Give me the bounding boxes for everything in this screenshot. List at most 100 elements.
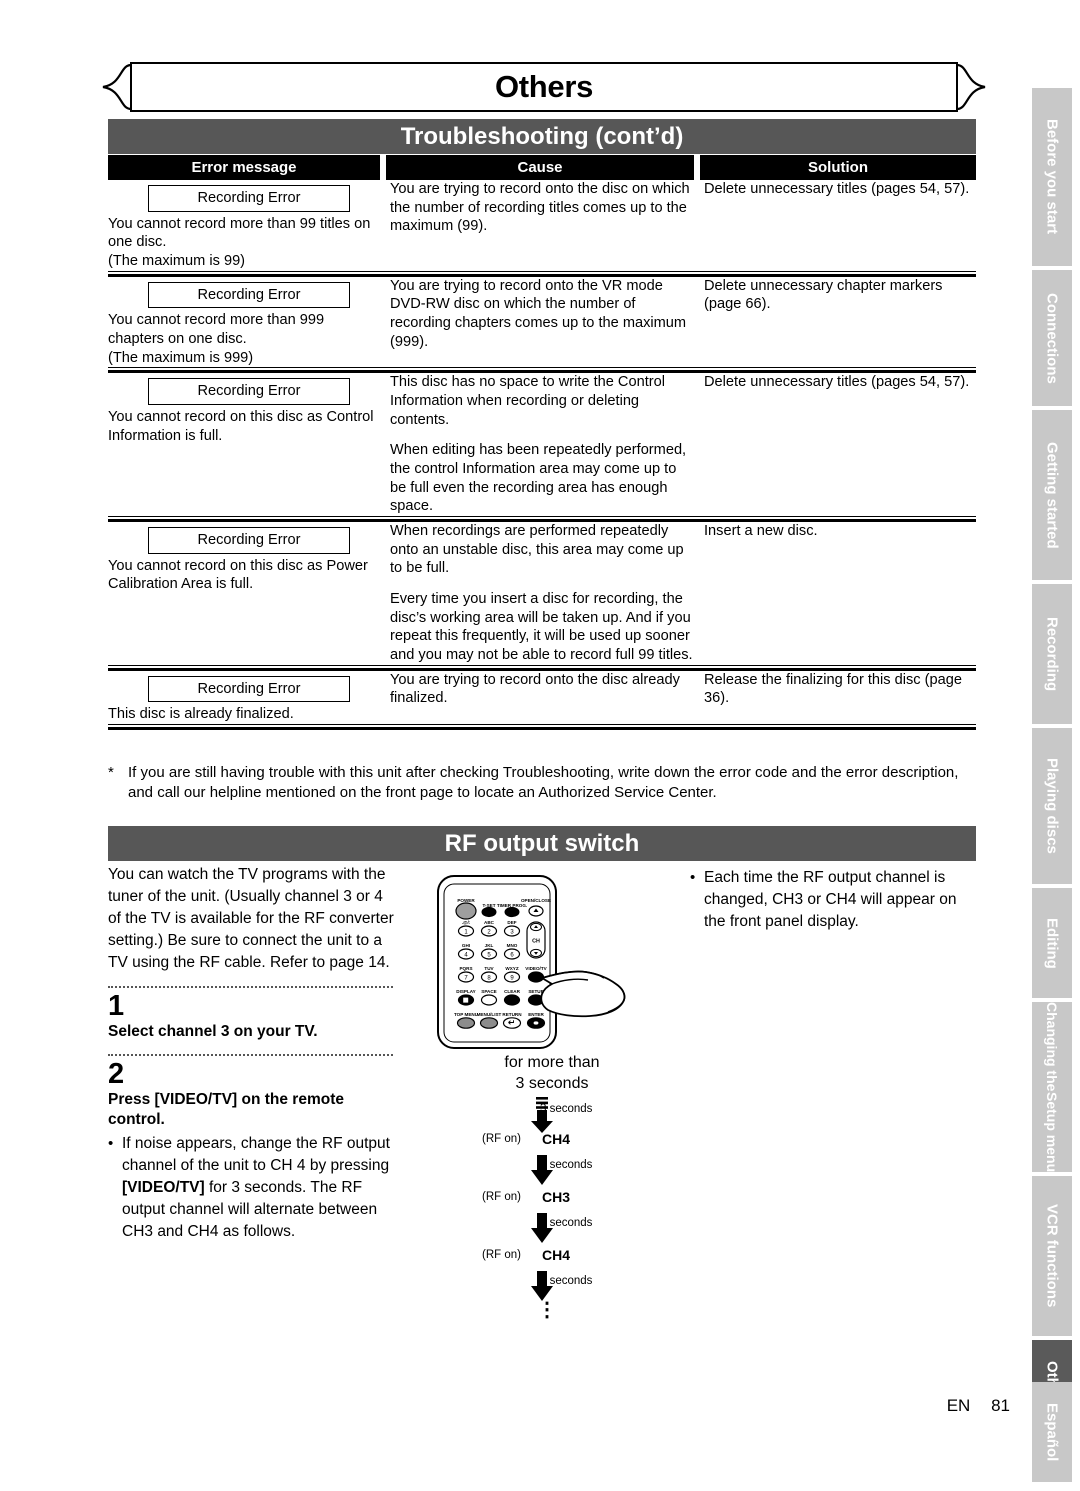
table-bottom-rule <box>108 724 976 731</box>
page-title: Others <box>494 69 594 104</box>
enter-dot-icon <box>533 1021 539 1025</box>
cause-paragraph: You are trying to record onto the VR mod… <box>390 277 687 350</box>
section-header-troubleshooting: Troubleshooting (cont’d) <box>108 119 976 154</box>
footnote-text: If you are still having trouble with thi… <box>128 764 959 802</box>
side-tab-editing[interactable]: Editing <box>1032 888 1072 998</box>
step-1-heading: Select channel 3 on your TV. <box>108 1023 318 1040</box>
flow-step: (RF on) CH3 <box>452 1189 682 1213</box>
solution-paragraph: Insert a new disc. <box>704 523 818 540</box>
remote-space-button <box>480 994 498 1006</box>
footer-language: EN <box>946 1396 971 1415</box>
troubleshooting-table: Error message Cause Solution Recording E… <box>108 155 976 731</box>
column-header-error-message: Error message <box>108 155 380 180</box>
divider-dotted <box>108 1054 393 1057</box>
cell-cause: When recordings are performed repeatedly… <box>386 521 694 666</box>
flow-step-channel: CH3 <box>542 1188 571 1205</box>
pointing-hand-icon <box>540 970 626 1018</box>
rf-right-bullet-text: Each time the RF output channel is chang… <box>704 869 957 930</box>
side-tab-recording[interactable]: Recording <box>1032 584 1072 724</box>
flow-seconds-label-2: 3 seconds <box>540 1216 593 1229</box>
side-tab-getting-started[interactable]: Getting started <box>1032 410 1072 580</box>
remote-menu-list-button <box>479 1017 499 1029</box>
side-tab-rail: Before you start Connections Getting start… <box>1032 88 1080 1482</box>
section-header-rf-output-switch: RF output switch <box>108 826 976 861</box>
column-header-solution: Solution <box>700 155 976 180</box>
error-message-detail: You cannot record more than 999 chapters… <box>108 312 325 348</box>
remote-label-display: DISPLAY <box>456 989 476 994</box>
cell-cause: This disc has no space to write the Cont… <box>386 372 694 517</box>
flow-step-rf-state: (RF on) <box>482 1190 521 1203</box>
solution-paragraph: Delete unnecessary chapter markers (page… <box>704 277 943 313</box>
table-row: Recording Error You cannot record more th… <box>108 180 976 271</box>
bullet-text-bold: [VIDEO/TV] <box>122 1179 205 1197</box>
remote-label-return: RETURN <box>502 1012 522 1017</box>
cell-cause: You are trying to record onto the disc a… <box>386 669 694 724</box>
cell-error-message: Recording Error You cannot record more th… <box>108 275 380 368</box>
flow-step: (RF on) CH4 <box>452 1131 682 1155</box>
flow-seconds-label-3: 3 seconds <box>540 1274 593 1287</box>
side-tab-label: VCR functions <box>1043 1204 1061 1308</box>
remote-clear-button <box>503 994 521 1006</box>
stop-icon <box>463 997 469 1003</box>
flow-seconds-label-0: 3 seconds <box>540 1102 593 1115</box>
cell-solution: Delete unnecessary titles (pages 54, 57)… <box>700 372 976 517</box>
cell-solution: Delete unnecessary chapter markers (page… <box>700 275 976 368</box>
side-tab-label: Español <box>1043 1402 1061 1462</box>
error-message-detail: (The maximum is 999) <box>108 349 254 366</box>
error-message-detail: You cannot record more than 99 titles on… <box>108 215 371 251</box>
side-tab-label: Getting started <box>1043 441 1061 549</box>
cell-solution: Delete unnecessary titles (pages 54, 57)… <box>700 180 976 271</box>
error-message-box: Recording Error <box>148 675 350 703</box>
remote-label-3-sub: DEF <box>507 920 516 925</box>
flow-heading-line1: for more than <box>504 1054 600 1071</box>
error-message-box: Recording Error <box>148 185 350 212</box>
remote-label-power: POWER <box>457 898 475 903</box>
side-tab-label: Playing discs <box>1043 758 1061 854</box>
remote-video-tv-button <box>527 971 545 983</box>
rf-channel-flow-diagram: for more than 3 seconds 3 seconds (RF on… <box>452 1053 682 1331</box>
side-tab-label: Editing <box>1043 917 1061 969</box>
remote-label-9-sub: WXYZ <box>505 966 518 971</box>
side-tab-playing-discs[interactable]: Playing discs <box>1032 728 1072 884</box>
remote-top-menu-button <box>456 1017 476 1029</box>
side-tab-changing-the-setup-menu[interactable]: Changing the Setup menu <box>1032 1002 1072 1172</box>
step-2-number: 2 <box>108 1058 125 1091</box>
side-tab-label-line1: Changing the <box>1044 1002 1060 1092</box>
flow-heading: for more than 3 seconds <box>452 1053 652 1095</box>
cell-error-message: Recording Error You cannot record on this… <box>108 372 380 517</box>
step-2-bullet: • If noise appears, change the RF output… <box>108 1133 396 1243</box>
divider-dotted <box>108 986 393 988</box>
bullet-text-pre: If noise appears, change the RF output c… <box>122 1135 390 1175</box>
table-row: Recording Error This disc is already fina… <box>108 669 976 724</box>
side-tab-espa-ol[interactable]: Español <box>1032 1382 1072 1482</box>
page-banner: Others <box>102 62 986 112</box>
bullet-icon: • <box>690 869 696 886</box>
side-tab-connections[interactable]: Connections <box>1032 270 1072 406</box>
side-tab-label: Recording <box>1043 616 1061 692</box>
side-tab-before-you-start[interactable]: Before you start <box>1032 88 1072 266</box>
remote-ch-label: CH <box>532 939 540 945</box>
bullet-icon: • <box>108 1135 114 1153</box>
remote-label-top-menu: TOP MENU <box>454 1012 479 1017</box>
cause-paragraph: This disc has no space to write the Cont… <box>390 374 665 428</box>
remote-label-menu-list: MENU/LIST <box>477 1012 502 1017</box>
ribbon-right-icon <box>956 64 986 110</box>
cell-cause: You are trying to record onto the disc o… <box>386 180 694 271</box>
error-message-box: Recording Error <box>148 281 350 309</box>
flow-step-channel: CH4 <box>542 1130 571 1147</box>
banner-box: Others <box>130 62 958 112</box>
cell-cause: You are trying to record onto the VR mod… <box>386 275 694 368</box>
page-footer: EN 81 <box>0 1396 1010 1416</box>
footnote-marker: * <box>108 764 114 781</box>
side-tab-label: Before you start <box>1043 119 1061 235</box>
table-row: Recording Error You cannot record on this… <box>108 372 976 517</box>
cell-error-message: Recording Error You cannot record on this… <box>108 521 380 666</box>
section-header-rf-label: RF output switch <box>444 829 640 857</box>
flow-step-rf-state: (RF on) <box>482 1248 521 1261</box>
cell-solution: Release the finalizing for this disc (pa… <box>700 669 976 724</box>
flow-heading-line2: 3 seconds <box>515 1074 589 1092</box>
remote-label-1-sub: .@/: <box>462 920 471 925</box>
flow-arrow: 3 seconds <box>452 1270 682 1305</box>
side-tab-vcr-functions[interactable]: VCR functions <box>1032 1176 1072 1336</box>
error-message-detail: You cannot record on this disc as Contro… <box>108 409 374 444</box>
